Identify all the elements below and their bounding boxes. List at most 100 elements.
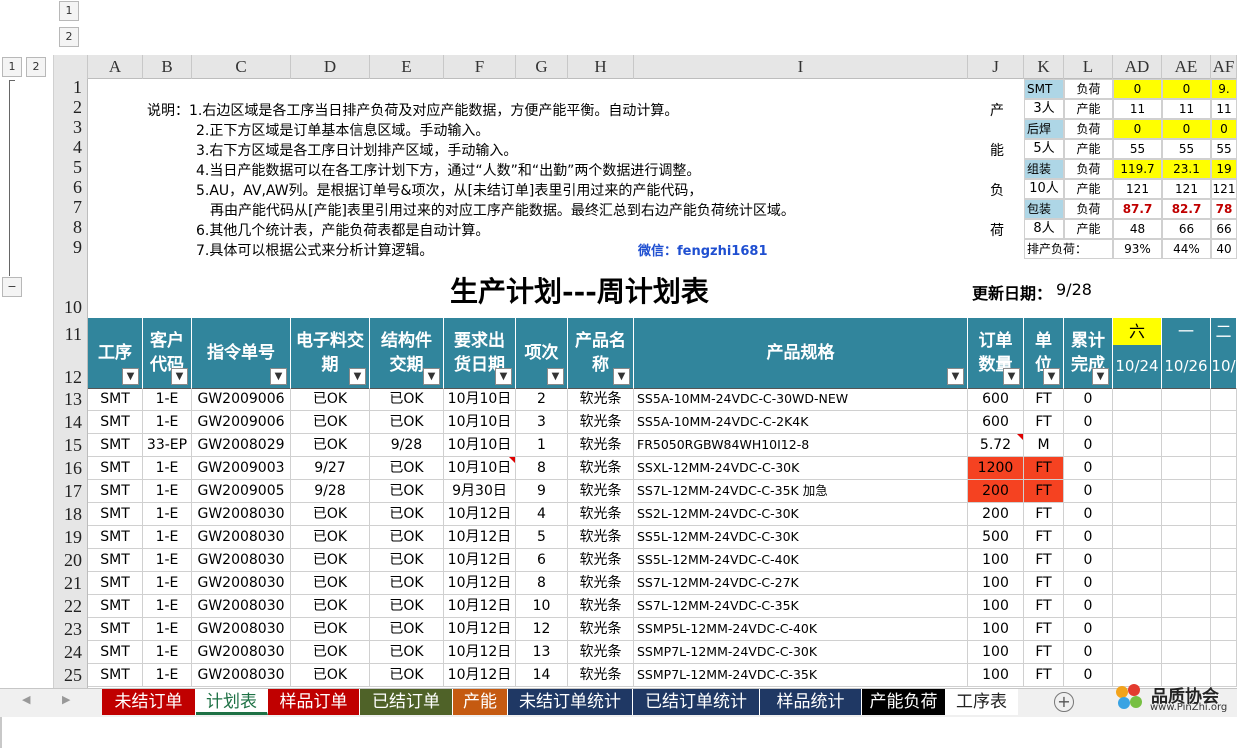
table-cell[interactable]: 10月10日 [444,388,516,411]
column-header-AF[interactable]: AF [1211,55,1237,79]
day-plan-cell[interactable] [1162,480,1211,503]
table-cell[interactable]: 0 [1064,388,1113,411]
table-cell[interactable]: 2 [516,388,568,411]
row-number-15[interactable]: 15 [54,434,88,457]
cap-people-1[interactable]: 5人 [1024,139,1064,159]
table-cell[interactable]: 1-E [143,664,192,687]
table-cell[interactable]: 200 [968,480,1024,503]
filter-dropdown-icon[interactable]: ▼ [423,368,440,385]
filter-dropdown-icon[interactable]: ▼ [547,368,564,385]
table-cell[interactable]: 100 [968,549,1024,572]
row-number-22[interactable]: 22 [54,595,88,618]
table-cell[interactable]: 1-E [143,572,192,595]
row-number-1[interactable]: 1 [54,76,88,98]
table-cell[interactable]: GW2008030 [192,503,291,526]
filter-dropdown-icon[interactable]: ▼ [613,368,630,385]
outline-collapse-button[interactable]: − [2,277,22,297]
column-header-J[interactable]: J [968,55,1024,79]
outline-level-1-top[interactable]: 1 [59,1,79,21]
table-cell[interactable]: 软光条 [568,411,634,434]
table-cell[interactable]: SMT [88,503,143,526]
filter-dropdown-icon[interactable]: ▼ [171,368,188,385]
day-plan-cell[interactable] [1113,434,1162,457]
table-cell[interactable]: SS5L-12MM-24VDC-C-30K [634,526,968,549]
day-plan-cell[interactable] [1211,526,1237,549]
table-cell[interactable]: 1-E [143,388,192,411]
row-number-9[interactable]: 9 [54,236,88,258]
tab-0[interactable]: 未结订单 [102,689,196,715]
day-plan-cell[interactable] [1211,549,1237,572]
tab-prev-icon[interactable]: ◀ [22,693,30,706]
table-cell[interactable]: 0 [1064,595,1113,618]
table-cell[interactable]: 100 [968,595,1024,618]
table-cell[interactable]: 100 [968,618,1024,641]
table-cell[interactable]: 13 [516,641,568,664]
table-cell[interactable]: FT [1024,457,1064,480]
table-cell[interactable]: 软光条 [568,457,634,480]
table-cell[interactable]: 1200 [968,457,1024,480]
row-number-2[interactable]: 2 [54,96,88,118]
row-number-24[interactable]: 24 [54,641,88,664]
table-cell[interactable]: 0 [1064,503,1113,526]
filter-dropdown-icon[interactable]: ▼ [122,368,139,385]
table-cell[interactable]: 已OK [291,618,370,641]
table-cell[interactable]: GW2009003 [192,457,291,480]
table-cell[interactable]: SMT [88,457,143,480]
table-cell[interactable]: 已OK [370,664,444,687]
table-cell[interactable]: 0 [1064,434,1113,457]
table-cell[interactable]: SS5A-10MM-24VDC-C-2K4K [634,411,968,434]
table-cell[interactable]: 软光条 [568,526,634,549]
table-cell[interactable]: FT [1024,595,1064,618]
table-cell[interactable]: 10月10日 [444,457,516,480]
table-cell[interactable]: FR5050RGBW84WH10I12-8 [634,434,968,457]
tab-next-icon[interactable]: ▶ [62,693,70,706]
row-number-23[interactable]: 23 [54,618,88,641]
column-header-E[interactable]: E [370,55,444,79]
table-cell[interactable]: GW2009006 [192,411,291,434]
day-plan-cell[interactable] [1113,549,1162,572]
day-plan-cell[interactable] [1113,595,1162,618]
day-plan-cell[interactable] [1113,641,1162,664]
table-cell[interactable]: 已OK [291,572,370,595]
table-cell[interactable]: 10月10日 [444,411,516,434]
day-plan-cell[interactable] [1162,641,1211,664]
tab-2[interactable]: 样品订单 [268,689,360,715]
table-cell[interactable]: 已OK [291,388,370,411]
table-cell[interactable]: GW2009005 [192,480,291,503]
tab-1[interactable]: 计划表 [196,689,268,715]
table-cell[interactable]: 10月10日 [444,434,516,457]
table-cell[interactable]: GW2008030 [192,664,291,687]
table-cell[interactable]: 已OK [370,595,444,618]
cap-people-2[interactable]: 10人 [1024,179,1064,199]
outline-level-1-left[interactable]: 1 [2,57,22,77]
table-cell[interactable]: 0 [1064,641,1113,664]
row-number-21[interactable]: 21 [54,572,88,595]
table-cell[interactable]: 0 [1064,664,1113,687]
table-cell[interactable]: 1-E [143,526,192,549]
day-plan-cell[interactable] [1113,503,1162,526]
table-cell[interactable]: 9/27 [291,457,370,480]
table-cell[interactable]: 5 [516,526,568,549]
table-cell[interactable]: 8 [516,572,568,595]
table-cell[interactable]: 已OK [291,549,370,572]
table-cell[interactable]: 已OK [370,388,444,411]
table-cell[interactable]: FT [1024,526,1064,549]
table-cell[interactable]: GW2008030 [192,641,291,664]
row-number-11[interactable]: 11 [54,323,88,345]
row-number-6[interactable]: 6 [54,176,88,198]
table-cell[interactable]: SMT [88,434,143,457]
day-plan-cell[interactable] [1162,549,1211,572]
table-cell[interactable]: 0 [1064,618,1113,641]
day-plan-cell[interactable] [1211,388,1237,411]
table-cell[interactable]: FT [1024,388,1064,411]
table-cell[interactable]: 已OK [291,595,370,618]
filter-dropdown-icon[interactable]: ▼ [495,368,512,385]
table-cell[interactable]: 33-EP [143,434,192,457]
column-header-C[interactable]: C [192,55,291,79]
table-cell[interactable]: 0 [1064,411,1113,434]
column-header-B[interactable]: B [143,55,192,79]
table-cell[interactable]: SMT [88,411,143,434]
table-cell[interactable]: SSMP5L-12MM-24VDC-C-40K [634,618,968,641]
table-cell[interactable]: SMT [88,480,143,503]
table-cell[interactable]: 已OK [291,664,370,687]
